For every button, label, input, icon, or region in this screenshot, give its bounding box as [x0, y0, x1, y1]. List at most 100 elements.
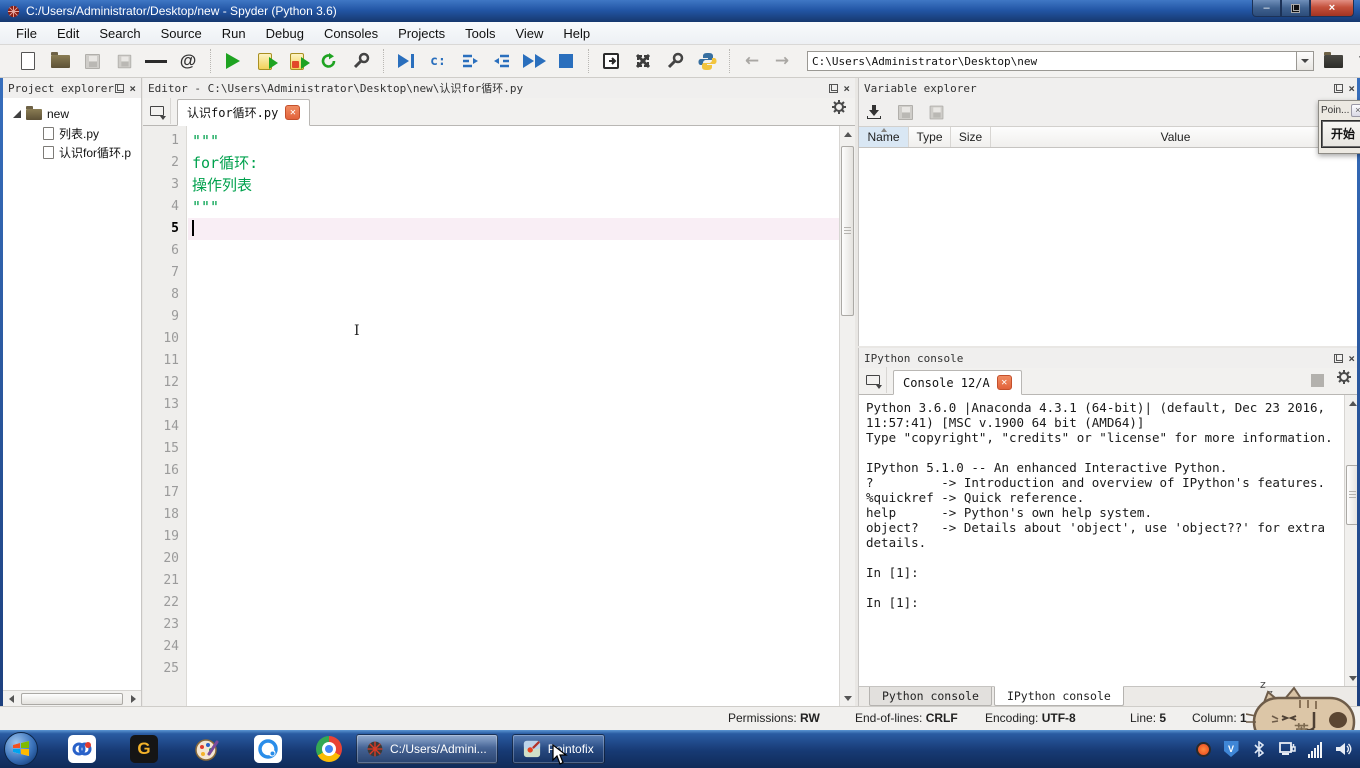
stop-debug-icon[interactable] — [555, 50, 577, 72]
column-type[interactable]: Type — [909, 127, 951, 147]
scroll-left-icon[interactable] — [3, 691, 19, 707]
code-line[interactable] — [188, 262, 839, 284]
run-selection-icon[interactable] — [318, 50, 340, 72]
column-value[interactable]: Value — [991, 127, 1360, 147]
code-lines[interactable]: """ for循环: 操作列表 """ — [188, 130, 839, 680]
step-into-icon[interactable] — [459, 50, 481, 72]
configure-icon[interactable] — [350, 50, 372, 72]
back-icon[interactable]: ← — [741, 50, 763, 72]
console-output[interactable]: Python 3.6.0 |Anaconda 4.3.1 (64-bit)| (… — [859, 395, 1344, 686]
code-line[interactable] — [188, 284, 839, 306]
menu-item-search[interactable]: Search — [89, 24, 150, 43]
title-bar[interactable]: C:/Users/Administrator/Desktop/new - Spy… — [0, 0, 1360, 22]
code-line[interactable]: for循环: — [188, 152, 839, 174]
editor-vscrollbar[interactable] — [839, 126, 855, 706]
tree-file[interactable]: 认识for循环.p — [3, 143, 141, 162]
editor-tab[interactable]: 认识for循环.py ✕ — [177, 99, 311, 126]
code-line[interactable] — [188, 570, 839, 592]
pointofix-start-button[interactable]: 开始 — [1321, 120, 1360, 148]
code-line[interactable] — [188, 350, 839, 372]
code-line[interactable] — [188, 416, 839, 438]
vscroll-thumb[interactable] — [841, 146, 854, 316]
menu-item-file[interactable]: File — [6, 24, 47, 43]
restore-button[interactable] — [1281, 0, 1310, 17]
save-data-icon[interactable] — [898, 104, 913, 120]
code-line[interactable] — [188, 658, 839, 680]
menu-item-view[interactable]: View — [505, 24, 553, 43]
console-options-button[interactable] — [1336, 369, 1352, 390]
project-hscrollbar[interactable] — [3, 690, 141, 706]
start-button[interactable] — [4, 732, 38, 766]
browser-app-icon[interactable] — [254, 735, 282, 763]
pointofix-mini-window[interactable]: Poin... × 开始 — [1318, 100, 1360, 154]
undock-icon[interactable] — [1334, 353, 1344, 363]
column-name[interactable]: Name — [859, 127, 909, 147]
scroll-right-icon[interactable] — [125, 691, 141, 707]
chrome-icon[interactable] — [316, 736, 342, 762]
menu-item-edit[interactable]: Edit — [47, 24, 89, 43]
forward-icon[interactable]: → — [771, 50, 793, 72]
close-pane-icon[interactable]: × — [129, 83, 136, 94]
save-icon[interactable] — [81, 50, 103, 72]
code-line[interactable] — [188, 526, 839, 548]
import-data-icon[interactable] — [867, 105, 882, 119]
path-dropdown-button[interactable] — [1297, 51, 1314, 71]
interrupt-kernel-icon[interactable] — [1311, 374, 1324, 387]
signal-strength-icon[interactable] — [1306, 740, 1324, 758]
column-size[interactable]: Size — [951, 127, 991, 147]
save-all-icon[interactable] — [113, 50, 135, 72]
editor-header[interactable]: Editor - C:\Users\Administrator\Desktop\… — [143, 78, 855, 98]
debug-file-icon[interactable] — [395, 50, 417, 72]
menu-item-debug[interactable]: Debug — [256, 24, 314, 43]
close-pane-icon[interactable]: × — [1348, 353, 1355, 364]
close-pane-icon[interactable]: × — [843, 83, 850, 94]
tab-python-console[interactable]: Python console — [869, 687, 992, 706]
open-file-icon[interactable] — [49, 50, 71, 72]
debug-cell-icon[interactable]: c: — [427, 50, 449, 72]
code-line[interactable]: """ — [188, 130, 839, 152]
code-line[interactable] — [188, 614, 839, 636]
menu-item-projects[interactable]: Projects — [388, 24, 455, 43]
code-line[interactable] — [188, 394, 839, 416]
step-return-icon[interactable] — [491, 50, 513, 72]
ipython-console-header[interactable]: IPython console × — [859, 348, 1360, 368]
code-line[interactable] — [188, 636, 839, 658]
menu-item-source[interactable]: Source — [151, 24, 212, 43]
close-button[interactable]: × — [1310, 0, 1354, 17]
remote-app-icon[interactable] — [68, 735, 96, 763]
undock-icon[interactable] — [1334, 83, 1344, 93]
tools-icon[interactable] — [664, 50, 686, 72]
run-cell-icon[interactable] — [254, 50, 278, 72]
code-line[interactable] — [188, 306, 839, 328]
code-line[interactable] — [188, 218, 839, 240]
code-line[interactable] — [188, 548, 839, 570]
project-explorer-header[interactable]: Project explorer × — [3, 78, 141, 98]
g-app-icon[interactable]: G — [130, 735, 158, 763]
browse-tabs-button[interactable] — [859, 367, 887, 393]
security-shield-icon[interactable]: V — [1222, 740, 1240, 758]
variable-explorer-header[interactable]: Variable explorer × — [859, 78, 1360, 98]
rerun-cell-icon[interactable] — [286, 50, 310, 72]
menu-item-run[interactable]: Run — [212, 24, 256, 43]
find-symbol-icon[interactable]: @ — [177, 50, 199, 72]
code-line[interactable]: """ — [188, 196, 839, 218]
minimize-button[interactable]: – — [1252, 0, 1281, 17]
volume-icon[interactable] — [1334, 740, 1352, 758]
code-line[interactable] — [188, 240, 839, 262]
network-icon[interactable] — [1278, 740, 1296, 758]
close-pane-icon[interactable]: × — [1348, 83, 1355, 94]
tab-close-icon[interactable]: ✕ — [285, 105, 301, 120]
browse-directory-icon[interactable] — [1322, 50, 1344, 72]
tab-close-icon[interactable]: ✕ — [996, 375, 1012, 390]
console-tab[interactable]: Console 12/A ✕ — [893, 370, 1022, 395]
menu-item-tools[interactable]: Tools — [455, 24, 505, 43]
paint-app-icon[interactable] — [192, 735, 220, 763]
code-line[interactable] — [188, 482, 839, 504]
code-line[interactable] — [188, 460, 839, 482]
tab-ipython-console[interactable]: IPython console — [993, 686, 1124, 706]
menu-item-consoles[interactable]: Consoles — [314, 24, 388, 43]
save-data-as-icon[interactable] — [929, 105, 944, 119]
browse-tabs-button[interactable] — [143, 98, 171, 124]
new-window-icon[interactable] — [600, 50, 622, 72]
parent-directory-icon[interactable]: ↑ — [1352, 50, 1360, 72]
